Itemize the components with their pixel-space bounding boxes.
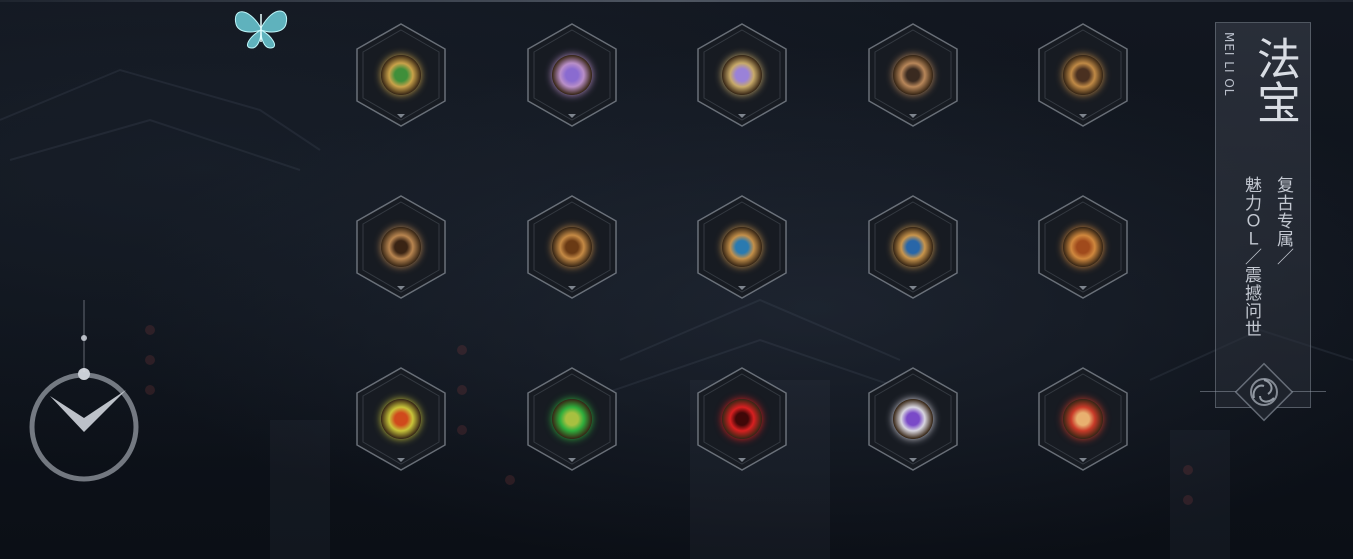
- relic-slot[interactable]: [696, 366, 788, 472]
- relic-slot[interactable]: [867, 366, 959, 472]
- relic-6-icon[interactable]: [381, 227, 421, 267]
- relic-slot[interactable]: [696, 194, 788, 300]
- relic-slot[interactable]: [355, 194, 447, 300]
- panel-tagline-1: 复古专属／: [1273, 176, 1293, 266]
- relic-8-icon[interactable]: [722, 227, 762, 267]
- relic-13-icon[interactable]: [722, 399, 762, 439]
- relic-slot[interactable]: [526, 366, 618, 472]
- relic-slot[interactable]: [355, 22, 447, 128]
- relic-3-icon[interactable]: [722, 55, 762, 95]
- relic-slot[interactable]: [696, 22, 788, 128]
- relic-12-icon[interactable]: [552, 399, 592, 439]
- relic-14-icon[interactable]: [893, 399, 933, 439]
- relic-2-icon[interactable]: [552, 55, 592, 95]
- background-temple: [0, 68, 1353, 559]
- relic-15-icon[interactable]: [1063, 399, 1103, 439]
- relic-slot[interactable]: [526, 22, 618, 128]
- relic-5-icon[interactable]: [1063, 55, 1103, 95]
- relic-slot[interactable]: [867, 194, 959, 300]
- panel-pinyin: MEI LI OL: [1222, 32, 1236, 97]
- relic-slot[interactable]: [1037, 366, 1129, 472]
- panel-title: 法宝: [1249, 36, 1300, 124]
- relic-10-icon[interactable]: [1063, 227, 1103, 267]
- relic-slot[interactable]: [1037, 22, 1129, 128]
- relic-1-icon[interactable]: [381, 55, 421, 95]
- relic-9-icon[interactable]: [893, 227, 933, 267]
- triskelion-emblem-icon: [1234, 362, 1294, 422]
- relic-11-icon[interactable]: [381, 399, 421, 439]
- showcase-stage: MEI LI OL 法宝 复古专属／ 魅力ＯＬ／震撼问世: [0, 0, 1353, 559]
- relic-slot[interactable]: [526, 194, 618, 300]
- relic-4-icon[interactable]: [893, 55, 933, 95]
- relic-slot[interactable]: [867, 22, 959, 128]
- clock-emblem-icon[interactable]: [28, 300, 140, 485]
- relic-7-icon[interactable]: [552, 227, 592, 267]
- relic-slot[interactable]: [355, 366, 447, 472]
- panel-tagline-2: 魅力ＯＬ／震撼问世: [1241, 176, 1261, 338]
- butterfly-icon: [234, 10, 288, 49]
- relic-slot[interactable]: [1037, 194, 1129, 300]
